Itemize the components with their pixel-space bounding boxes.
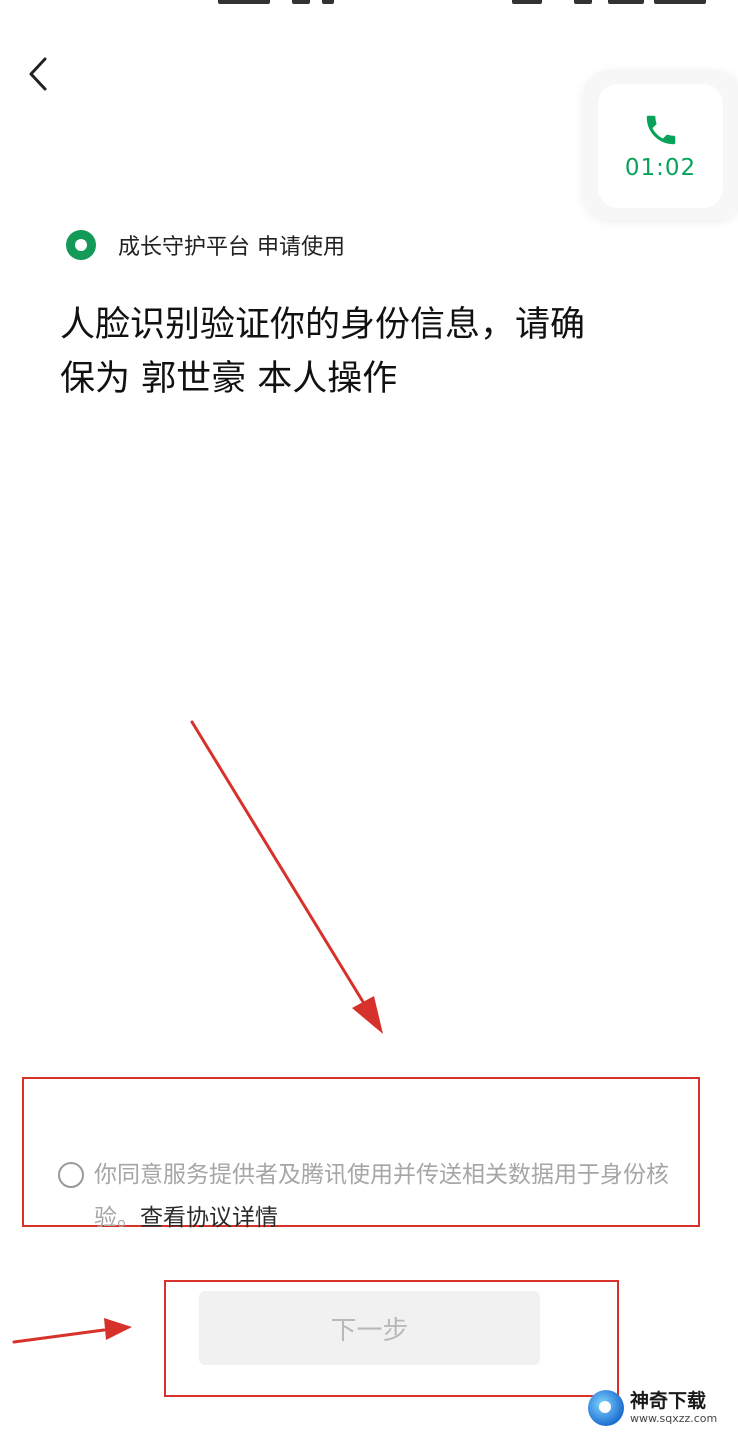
watermark: 神奇下载 www.sqxzz.com xyxy=(588,1378,738,1438)
arrow-to-next-button xyxy=(12,1318,132,1344)
back-button[interactable] xyxy=(18,50,58,98)
agreement-details-link[interactable]: 查看协议详情 xyxy=(140,1205,278,1231)
call-card-inner: 01:02 xyxy=(598,84,723,208)
agreement-text: 你同意服务提供者及腾讯使用并传送相关数据用于身份核验。查看协议详情 xyxy=(94,1154,678,1240)
call-timer: 01:02 xyxy=(624,155,697,181)
watermark-url: www.sqxzz.com xyxy=(630,1412,718,1425)
watermark-logo-icon xyxy=(588,1390,624,1426)
arrow-to-agreement xyxy=(190,720,383,1034)
title-line-1: 人脸识别验证你的身份信息，请确 xyxy=(60,305,586,345)
requester-label: 成长守护平台 申请使用 xyxy=(118,235,345,260)
title-line-2: 保为 郭世豪 本人操作 xyxy=(60,359,398,399)
watermark-text: 神奇下载 www.sqxzz.com xyxy=(630,1390,717,1426)
status-bar xyxy=(0,0,738,8)
watermark-name: 神奇下载 xyxy=(630,1390,707,1412)
floating-call-window[interactable]: 01:02 xyxy=(583,70,738,220)
app-logo-icon xyxy=(66,230,96,260)
requesting-app-row: 成长守护平台 申请使用 xyxy=(66,228,345,262)
agreement-row[interactable]: 你同意服务提供者及腾讯使用并传送相关数据用于身份核验。查看协议详情 xyxy=(58,1154,678,1240)
phone-icon xyxy=(646,115,675,145)
chevron-left-icon xyxy=(29,57,47,91)
next-step-button[interactable]: 下一步 xyxy=(199,1291,540,1365)
agreement-radio[interactable] xyxy=(58,1162,84,1188)
page-title: 人脸识别验证你的身份信息，请确 保为 郭世豪 本人操作 xyxy=(60,298,700,406)
